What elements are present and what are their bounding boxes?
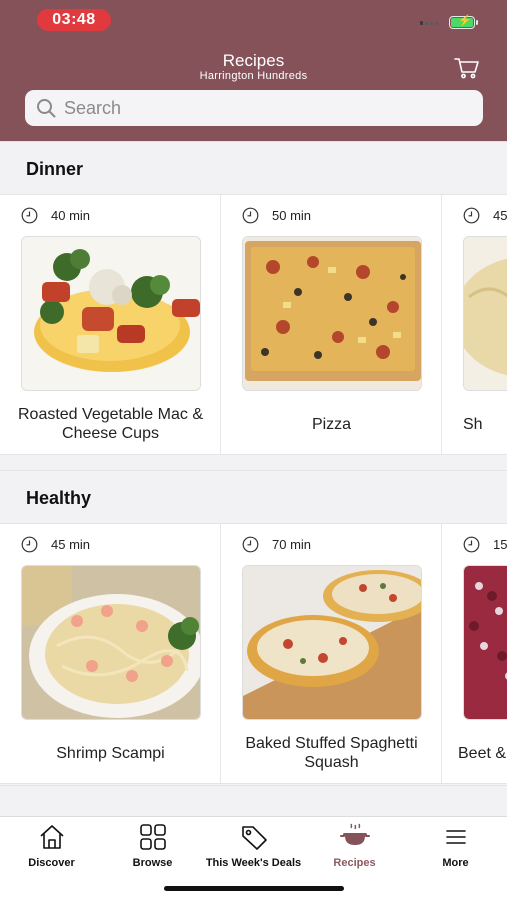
prep-time-label: 45 min bbox=[51, 537, 91, 552]
tab-label: More bbox=[442, 857, 469, 869]
section-title: Dinner bbox=[26, 159, 84, 179]
battery-icon: ⚡ bbox=[449, 15, 475, 29]
menu-icon bbox=[445, 830, 466, 844]
cooking-pot-icon bbox=[339, 823, 370, 845]
cart-icon[interactable] bbox=[454, 56, 480, 80]
clock-icon bbox=[242, 207, 259, 224]
recipe-card[interactable]: 40 min Roasted Vegetable Mac & Cheese Cu… bbox=[0, 195, 221, 454]
recipe-card[interactable]: 70 min Baked Stuffed Spaghetti Squash bbox=[221, 524, 442, 783]
prep-time: 15 bbox=[463, 536, 507, 553]
clock-icon bbox=[463, 536, 480, 553]
search-icon bbox=[37, 99, 56, 118]
tab-label: Recipes bbox=[333, 857, 376, 869]
recipe-row-dinner: 40 min Roasted Vegetable Mac & Cheese Cu… bbox=[0, 194, 507, 455]
recipe-card[interactable]: 50 min Pizza bbox=[221, 195, 442, 454]
tag-icon bbox=[241, 826, 267, 850]
home-indicator bbox=[164, 886, 344, 891]
prep-time-label: 40 min bbox=[51, 208, 91, 223]
recipe-image bbox=[21, 236, 201, 391]
recipe-image bbox=[463, 236, 507, 391]
page-title: Recipes bbox=[222, 51, 285, 70]
search-bar[interactable] bbox=[25, 90, 483, 126]
prep-time-label: 45 bbox=[493, 208, 507, 223]
tab-weekly-deals[interactable]: This Week's Deals bbox=[203, 823, 304, 869]
recipe-image bbox=[242, 565, 422, 720]
recipe-name: Baked Stuffed Spaghetti Squash bbox=[245, 735, 418, 771]
section-header-next bbox=[0, 785, 507, 817]
prep-time: 40 min bbox=[21, 207, 90, 224]
recipe-image bbox=[463, 565, 507, 720]
status-time: 03:48 bbox=[37, 9, 111, 31]
battery-cap bbox=[476, 20, 478, 25]
prep-time: 45 min bbox=[21, 536, 90, 553]
recipe-name: Beet & bbox=[458, 745, 507, 762]
prep-time-label: 15 bbox=[493, 537, 507, 552]
section-header-healthy: Healthy bbox=[0, 470, 507, 523]
signal-icon bbox=[420, 21, 438, 25]
prep-time-label: 50 min bbox=[272, 208, 312, 223]
tab-recipes[interactable]: Recipes bbox=[304, 823, 405, 869]
clock-icon bbox=[242, 536, 259, 553]
tab-label: Browse bbox=[132, 857, 173, 869]
clock-icon bbox=[21, 536, 38, 553]
recipe-card[interactable]: 45 Sh bbox=[442, 195, 507, 454]
section-header-dinner: Dinner bbox=[0, 141, 507, 194]
recipe-row-healthy: 45 min Shrimp Scampi 70 min Baked Stuffe… bbox=[0, 523, 507, 784]
recipe-name: Sh bbox=[463, 416, 483, 433]
prep-time-label: 70 min bbox=[272, 537, 312, 552]
prep-time: 70 min bbox=[242, 536, 311, 553]
recipe-image bbox=[242, 236, 422, 391]
grid-icon bbox=[139, 824, 166, 850]
recipe-name: Roasted Vegetable Mac & Cheese Cups bbox=[17, 406, 203, 442]
tab-label: Discover bbox=[28, 857, 75, 869]
recipe-name: Pizza bbox=[311, 416, 352, 433]
tab-more[interactable]: More bbox=[405, 823, 506, 869]
recipe-card[interactable]: 45 min Shrimp Scampi bbox=[0, 524, 221, 783]
recipe-card[interactable]: 15 Beet & bbox=[442, 524, 507, 783]
clock-icon bbox=[463, 207, 480, 224]
store-name: Harrington Hundreds bbox=[199, 70, 308, 82]
tab-discover[interactable]: Discover bbox=[1, 823, 102, 869]
prep-time: 50 min bbox=[242, 207, 311, 224]
tab-browse[interactable]: Browse bbox=[102, 823, 203, 869]
clock-icon bbox=[21, 207, 38, 224]
house-icon bbox=[39, 825, 64, 849]
prep-time: 45 bbox=[463, 207, 507, 224]
section-title: Healthy bbox=[26, 488, 92, 508]
app-header: 03:48 ⚡ Recipes Harrington Hundreds bbox=[0, 0, 507, 141]
tab-label: This Week's Deals bbox=[205, 857, 302, 869]
search-input[interactable] bbox=[64, 97, 444, 119]
recipe-name: Shrimp Scampi bbox=[56, 745, 165, 762]
recipe-image bbox=[21, 565, 201, 720]
